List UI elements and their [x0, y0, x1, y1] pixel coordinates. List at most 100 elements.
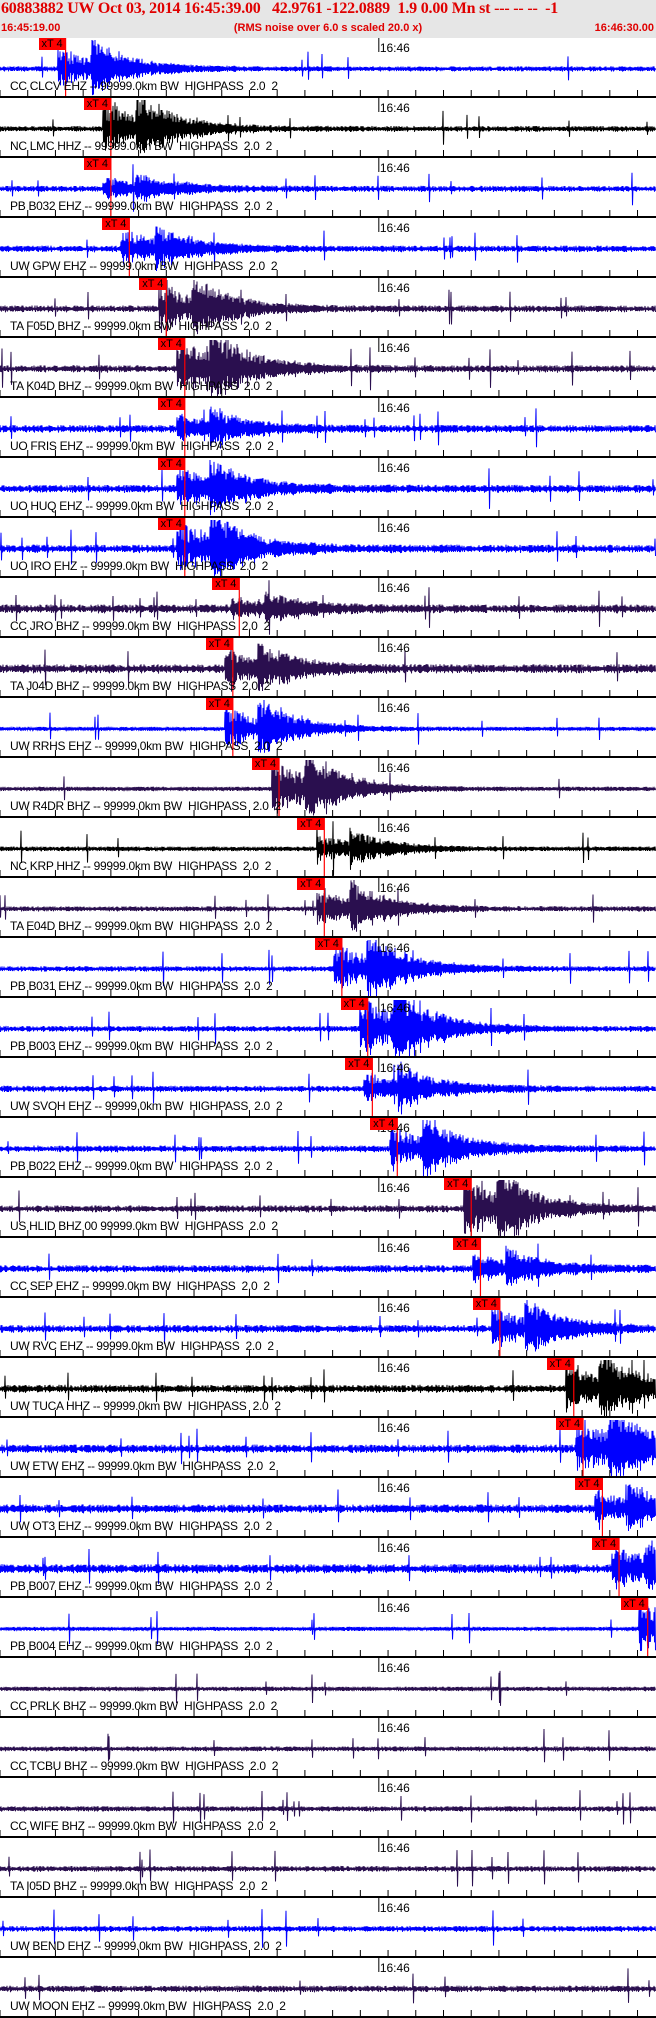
- pick-marker[interactable]: xT 4: [83, 158, 111, 170]
- pick-marker[interactable]: xT 4: [345, 1058, 373, 1070]
- minute-label: 16:46: [379, 1781, 410, 1795]
- trace-row: 16:46 xT 4 TA J04D BHZ -- 99999.0km BW HIG…: [0, 638, 656, 698]
- trace-row: 16:46 UW BEND EHZ -- 99999.0km BW HIGHPAS…: [0, 1898, 656, 1958]
- trace-row: 16:46 xT 4 TA E04D BHZ -- 99999.0km BW HIG…: [0, 878, 656, 938]
- seismogram-traces: 16:46 xT 4 CC CLCV EHZ -- 99999.0km BW HIG…: [0, 38, 656, 2018]
- trace-label: UO FRIS EHZ -- 99999.0km BW HIGHPASS 2.0…: [10, 439, 274, 453]
- pick-marker[interactable]: xT 4: [157, 398, 185, 410]
- trace-label: UW RRHS EHZ -- 99999.0km BW HIGHPASS 2.0…: [10, 739, 283, 753]
- pick-marker[interactable]: xT 4: [157, 518, 185, 530]
- pick-marker[interactable]: xT 4: [314, 938, 342, 950]
- pick-marker[interactable]: xT 4: [453, 1238, 481, 1250]
- minute-label: 16:46: [379, 281, 410, 295]
- trace-row: 16:46 xT 4 NC KRP HHZ -- 99999.0km BW HIGH…: [0, 818, 656, 878]
- trace-row: 16:46 xT 4 UW RVC EHZ -- 99999.0km BW HIGH…: [0, 1298, 656, 1358]
- pick-marker[interactable]: xT 4: [205, 698, 233, 710]
- trace-row: 16:46 xT 4 US HLID BHZ 00 99999.0km BW HIG…: [0, 1178, 656, 1238]
- trace-row: 16:46 xT 4 TA F05D BHZ -- 99999.0km BW HIG…: [0, 278, 656, 338]
- minute-label: 16:46: [379, 641, 410, 655]
- trace-label: UW OT3 EHZ -- 99999.0km BW HIGHPASS 2.0 …: [10, 1519, 272, 1533]
- pick-marker[interactable]: xT 4: [546, 1358, 574, 1370]
- trace-label: UW RVC EHZ -- 99999.0km BW HIGHPASS 2.0 …: [10, 1339, 274, 1353]
- pick-marker[interactable]: xT 4: [139, 278, 167, 290]
- trace-row: 16:46 xT 4 TA K04D BHZ -- 99999.0km BW HIG…: [0, 338, 656, 398]
- pick-marker[interactable]: xT 4: [205, 638, 233, 650]
- pick-marker[interactable]: xT 4: [297, 878, 325, 890]
- pick-marker[interactable]: xT 4: [556, 1418, 583, 1430]
- pick-marker[interactable]: xT 4: [575, 1478, 603, 1490]
- trace-label: PB B031 EHZ -- 99999.0km BW HIGHPASS 2.0…: [10, 979, 273, 993]
- minute-label: 16:46: [379, 41, 410, 55]
- pick-marker[interactable]: xT 4: [102, 218, 130, 230]
- pick-marker[interactable]: xT 4: [157, 458, 185, 470]
- pick-marker[interactable]: xT 4: [620, 1598, 648, 1610]
- trace-label: UW MOON EHZ -- 99999.0km BW HIGHPASS 2.0…: [10, 1999, 286, 2013]
- trace-row: 16:46 xT 4 CC JRO BHZ -- 99999.0km BW HIGH…: [0, 578, 656, 638]
- trace-label: UW TUCA HHZ -- 99999.0km BW HIGHPASS 2.0…: [10, 1399, 281, 1413]
- minute-label: 16:46: [379, 401, 410, 415]
- trace-label: UW BEND EHZ -- 99999.0km BW HIGHPASS 2.0…: [10, 1939, 282, 1953]
- minute-label: 16:46: [379, 1841, 410, 1855]
- trace-row: 16:46 xT 4 UO HUQ EHZ -- 99999.0km BW HIGH…: [0, 458, 656, 518]
- minute-label: 16:46: [379, 341, 410, 355]
- trace-label: NC KRP HHZ -- 99999.0km BW HIGHPASS 2.0 …: [10, 859, 272, 873]
- minute-label: 16:46: [379, 1361, 410, 1375]
- trace-row: 16:46 xT 4 UW GPW EHZ -- 99999.0km BW HIGH…: [0, 218, 656, 278]
- minute-label: 16:46: [379, 461, 410, 475]
- trace-row: 16:46 xT 4 UW RRHS EHZ -- 99999.0km BW HIG…: [0, 698, 656, 758]
- minute-label: 16:46: [379, 881, 410, 895]
- minute-label: 16:46: [379, 101, 410, 115]
- pick-marker[interactable]: xT 4: [370, 1118, 398, 1130]
- trace-label: PB B003 EHZ -- 99999.0km BW HIGHPASS 2.0…: [10, 1039, 273, 1053]
- pick-marker[interactable]: xT 4: [297, 818, 325, 830]
- pick-marker[interactable]: xT 4: [472, 1298, 500, 1310]
- trace-label: TA F05D BHZ -- 99999.0km BW HIGHPASS 2.0…: [10, 319, 272, 333]
- pick-marker[interactable]: xT 4: [38, 38, 66, 50]
- pick-marker[interactable]: xT 4: [444, 1178, 472, 1190]
- trace-row: 16:46 CC TCBU BHZ -- 99999.0km BW HIGHPAS…: [0, 1718, 656, 1778]
- trace-label: CC TCBU BHZ -- 99999.0km BW HIGHPASS 2.0…: [10, 1759, 279, 1773]
- pick-marker[interactable]: xT 4: [212, 578, 240, 590]
- minute-label: 16:46: [379, 821, 410, 835]
- pick-marker[interactable]: xT 4: [83, 98, 111, 110]
- pick-marker[interactable]: xT 4: [340, 998, 368, 1010]
- minute-label: 16:46: [379, 1061, 410, 1075]
- trace-row: 16:46 xT 4 CC CLCV EHZ -- 99999.0km BW HIG…: [0, 38, 656, 98]
- trace-label: CC SEP EHZ -- 99999.0km BW HIGHPASS 2.0 …: [10, 1279, 270, 1293]
- minute-label: 16:46: [379, 1661, 410, 1675]
- trace-label: TA J04D BHZ -- 99999.0km BW HIGHPASS 2.0…: [10, 679, 271, 693]
- trace-row: 16:46 CC PRLK BHZ -- 99999.0km BW HIGHPAS…: [0, 1658, 656, 1718]
- pick-marker[interactable]: xT 4: [252, 758, 280, 770]
- event-title: 60883882 UW Oct 03, 2014 16:45:39.00 42.…: [1, 0, 559, 17]
- trace-label: UW R4DR BHZ -- 99999.0km BW HIGHPASS 2.0…: [10, 799, 282, 813]
- trace-row: 16:46 xT 4 UW SVOH EHZ -- 99999.0km BW HIG…: [0, 1058, 656, 1118]
- minute-label: 16:46: [379, 1901, 410, 1915]
- minute-label: 16:46: [379, 1601, 410, 1615]
- minute-label: 16:46: [379, 941, 410, 955]
- trace-label: UO HUQ EHZ -- 99999.0km BW HIGHPASS 2.0 …: [10, 499, 274, 513]
- trace-label: PB B022 EHZ -- 99999.0km BW HIGHPASS 2.0…: [10, 1159, 273, 1173]
- trace-row: 16:46 xT 4 PB B003 EHZ -- 99999.0km BW HIG…: [0, 998, 656, 1058]
- minute-label: 16:46: [379, 1721, 410, 1735]
- minute-label: 16:46: [379, 1301, 410, 1315]
- trace-label: TA K04D BHZ -- 99999.0km BW HIGHPASS 2.0…: [10, 379, 273, 393]
- minute-label: 16:46: [379, 521, 410, 535]
- pick-marker[interactable]: xT 4: [592, 1538, 620, 1550]
- trace-row: 16:46 TA I05D BHZ -- 99999.0km BW HIGHPAS…: [0, 1838, 656, 1898]
- trace-row: 16:46xT 4PB B022 EHZ -- 99999.0km BW HIG…: [0, 1118, 656, 1178]
- trace-row: 16:46 UW MOON EHZ -- 99999.0km BW HIGHPAS…: [0, 1958, 656, 2018]
- trace-row: 16:46 CC WIFE BHZ -- 99999.0km BW HIGHPAS…: [0, 1778, 656, 1838]
- trace-row: 16:46 xT 4 PB B031 EHZ -- 99999.0km BW HIG…: [0, 938, 656, 998]
- header: 60883882 UW Oct 03, 2014 16:45:39.00 42.…: [0, 0, 656, 38]
- trace-label: TA I05D BHZ -- 99999.0km BW HIGHPASS 2.0…: [10, 1879, 268, 1893]
- trace-row: 16:46 xT 4 UW TUCA HHZ -- 99999.0km BW HIG…: [0, 1358, 656, 1418]
- pick-marker[interactable]: xT 4: [157, 338, 185, 350]
- minute-label: 16:46: [379, 761, 410, 775]
- trace-label: PB B032 EHZ -- 99999.0km BW HIGHPASS 2.0…: [10, 199, 273, 213]
- trace-row: 16:46 xT 4 PB B032 EHZ -- 99999.0km BW HIG…: [0, 158, 656, 218]
- trace-label: UW GPW EHZ -- 99999.0km BW HIGHPASS 2.0 …: [10, 259, 278, 273]
- trace-label: UO IRO EHZ -- 99999.0km BW HIGHPASS 2.0 …: [10, 559, 268, 573]
- end-time: 16:46:30.00: [594, 22, 654, 34]
- trace-row: 16:46 xT 4 UW R4DR BHZ -- 99999.0km BW HIG…: [0, 758, 656, 818]
- minute-label: 16:46: [379, 1541, 410, 1555]
